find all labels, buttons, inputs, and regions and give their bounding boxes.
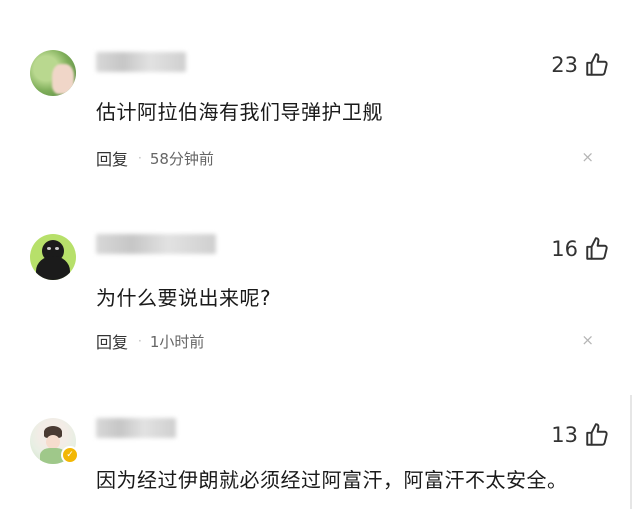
comment-text: 因为经过伊朗就必须经过阿富汗，阿富汗不太安全。 <box>96 468 568 492</box>
timestamp: 58分钟前 <box>149 149 214 168</box>
like-button[interactable]: 16 <box>551 236 610 262</box>
separator-dot: · <box>138 151 142 165</box>
avatar[interactable] <box>30 50 76 96</box>
timestamp: 1小时前 <box>149 332 205 351</box>
comment-meta: 回复 · 1小时前 <box>96 329 204 353</box>
comment-text: 估计阿拉伯海有我们导弹护卫舰 <box>96 100 383 124</box>
like-count: 16 <box>551 237 578 261</box>
username-blurred[interactable] <box>96 418 176 438</box>
verified-badge-icon: ✓ <box>61 446 79 464</box>
thumbs-up-icon <box>586 53 608 76</box>
thumbs-up-icon <box>586 423 608 446</box>
comment-meta: 回复 · 58分钟前 <box>96 146 214 170</box>
comment-text: 为什么要说出来呢? <box>96 286 272 310</box>
like-count: 23 <box>551 53 578 77</box>
thumbs-up-icon <box>586 237 608 260</box>
separator-dot: · <box>138 334 142 348</box>
close-icon[interactable]: × <box>581 148 594 166</box>
like-button[interactable]: 23 <box>551 52 610 78</box>
reply-button[interactable]: 回复 <box>96 329 128 353</box>
close-icon[interactable]: × <box>581 331 594 349</box>
reply-button[interactable]: 回复 <box>96 146 128 170</box>
username-blurred[interactable] <box>96 52 186 72</box>
like-count: 13 <box>551 423 578 447</box>
avatar[interactable] <box>30 234 76 280</box>
like-button[interactable]: 13 <box>551 422 610 448</box>
username-blurred[interactable] <box>96 234 216 254</box>
scroll-edge <box>630 395 632 509</box>
